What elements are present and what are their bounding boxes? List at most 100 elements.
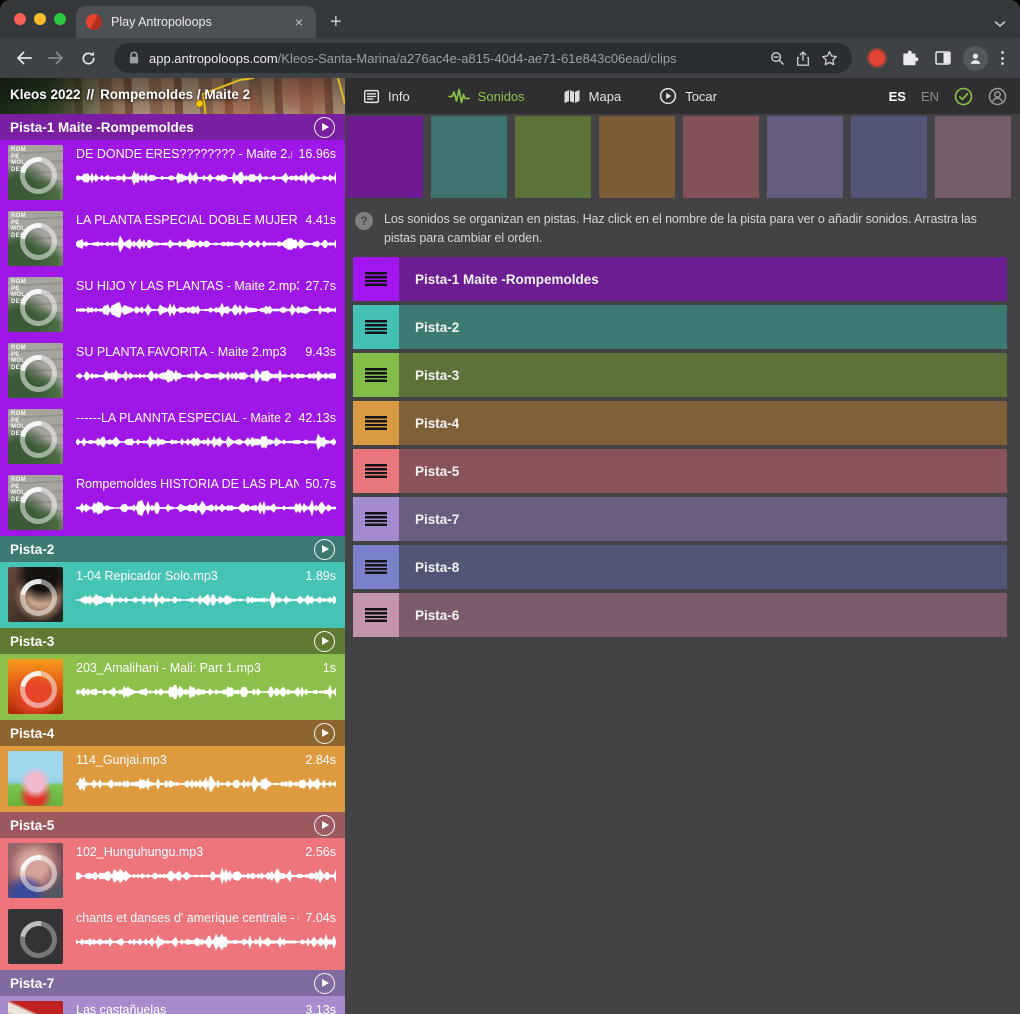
zoom-window-button[interactable] <box>54 13 66 25</box>
drag-handle[interactable] <box>353 593 399 637</box>
track-row-name[interactable]: Pista-8 <box>399 545 1007 589</box>
nav-tab-sonidos[interactable]: Sonidos <box>448 88 525 105</box>
clip-item[interactable]: ROMPEMOLDESSU PLANTA FAVORITA - Maite 2.… <box>0 338 345 404</box>
drag-handle[interactable] <box>353 545 399 589</box>
reload-button[interactable] <box>74 44 102 72</box>
clip-item[interactable]: 114_Gunjai.mp32.84s <box>0 746 345 812</box>
track-play-button[interactable] <box>314 539 335 560</box>
track-header[interactable]: Pista-5 <box>0 812 345 838</box>
clip-item[interactable]: ROMPEMOLDESDE DONDE ERES???????? - Maite… <box>0 140 345 206</box>
track-header-name[interactable]: Pista-1 Maite -Rompemoldes <box>10 120 314 135</box>
track-header-name[interactable]: Pista-5 <box>10 818 314 833</box>
profile-avatar[interactable] <box>963 46 988 71</box>
extensions-puzzle-icon[interactable] <box>897 45 923 71</box>
new-tab-button[interactable]: + <box>330 12 342 32</box>
recording-indicator-icon[interactable] <box>864 45 890 71</box>
track-row[interactable]: Pista-2 <box>353 305 1007 349</box>
track-header[interactable]: Pista-7 <box>0 970 345 996</box>
nav-tab-info[interactable]: Info <box>363 88 410 105</box>
track-row[interactable]: Pista-6 <box>353 593 1007 637</box>
project-breadcrumb[interactable]: Kleos 2022//Rompemoldes / Maite 2 <box>0 78 345 114</box>
drag-handle[interactable] <box>353 353 399 397</box>
zoom-page-icon[interactable] <box>764 45 790 71</box>
drag-handle[interactable] <box>353 449 399 493</box>
account-icon[interactable] <box>988 87 1007 106</box>
help-question-icon[interactable]: ? <box>355 212 373 230</box>
forward-button[interactable] <box>42 44 70 72</box>
track-row-label: Pista-5 <box>415 464 459 479</box>
clip-item[interactable]: ROMPEMOLDESSU HIJO Y LAS PLANTAS - Maite… <box>0 272 345 338</box>
track-row[interactable]: Pista-7 <box>353 497 1007 541</box>
clip-item[interactable]: 102_Hunguhungu.mp32.56s <box>0 838 345 904</box>
side-panel-icon[interactable] <box>930 45 956 71</box>
track-color-swatch <box>851 116 927 198</box>
track-header[interactable]: Pista-3 <box>0 628 345 654</box>
clip-item[interactable]: ROMPEMOLDES Rompemoldes HISTORIA DE LAS P… <box>0 470 345 536</box>
track-play-button[interactable] <box>314 973 335 994</box>
clip-item[interactable]: 203_Amalihani - Mali: Part 1.mp31s <box>0 654 345 720</box>
track-play-button[interactable] <box>314 723 335 744</box>
track-color-swatch <box>767 116 843 198</box>
minimize-window-button[interactable] <box>34 13 46 25</box>
drag-handle[interactable] <box>353 401 399 445</box>
bookmark-star-icon[interactable] <box>816 45 842 71</box>
track-header[interactable]: Pista-2 <box>0 536 345 562</box>
clip-waveform <box>76 300 336 320</box>
clip-name: Rompemoldes HISTORIA DE LAS PLANTAS... <box>76 477 299 491</box>
saved-check-icon[interactable] <box>954 87 973 106</box>
drag-handle[interactable] <box>353 497 399 541</box>
track-row-label: Pista-6 <box>415 608 459 623</box>
track-row[interactable]: Pista-4 <box>353 401 1007 445</box>
track-clips: Las castañuelas3.13s <box>0 996 345 1014</box>
clip-info: Las castañuelas3.13s <box>76 1001 336 1014</box>
main-nav: Info Sonidos Mapa Tocar <box>345 87 717 105</box>
tab-close-icon[interactable]: × <box>292 14 306 30</box>
clip-item[interactable]: ROMPEMOLDES------LA PLANNTA ESPECIAL - M… <box>0 404 345 470</box>
track-row-name[interactable]: Pista-6 <box>399 593 1007 637</box>
clip-item[interactable]: Las castañuelas3.13s <box>0 996 345 1014</box>
clip-item[interactable]: chants et danses d' amerique centrale - … <box>0 904 345 970</box>
track-play-button[interactable] <box>314 117 335 138</box>
track-row[interactable]: Pista-8 <box>353 545 1007 589</box>
track-row-name[interactable]: Pista-7 <box>399 497 1007 541</box>
close-window-button[interactable] <box>14 13 26 25</box>
track-header[interactable]: Pista-1 Maite -Rompemoldes <box>0 114 345 140</box>
clip-waveform <box>76 590 336 610</box>
track-row[interactable]: Pista-1 Maite -Rompemoldes <box>353 257 1007 301</box>
tab-search-chevron-icon[interactable] <box>994 20 1006 28</box>
browser-menu-icon[interactable] <box>995 51 1010 65</box>
language-es-button[interactable]: ES <box>889 89 906 104</box>
loader-ring-icon <box>12 663 63 714</box>
track-row-name[interactable]: Pista-2 <box>399 305 1007 349</box>
track-header-name[interactable]: Pista-7 <box>10 976 314 991</box>
clip-info: SU PLANTA FAVORITA - Maite 2.mp39.43s <box>76 343 336 404</box>
track-row-name[interactable]: Pista-3 <box>399 353 1007 397</box>
clip-thumbnail: ROMPEMOLDES <box>8 475 63 530</box>
lock-icon[interactable] <box>128 51 140 65</box>
track-row[interactable]: Pista-5 <box>353 449 1007 493</box>
back-button[interactable] <box>10 44 38 72</box>
track-row[interactable]: Pista-3 <box>353 353 1007 397</box>
clip-duration: 42.13s <box>298 411 336 425</box>
address-bar[interactable]: app.antropoloops.com/Kleos-Santa-Marina/… <box>114 43 852 73</box>
track-header-name[interactable]: Pista-4 <box>10 726 314 741</box>
track-header-name[interactable]: Pista-3 <box>10 634 314 649</box>
drag-handle[interactable] <box>353 257 399 301</box>
track-play-button[interactable] <box>314 815 335 836</box>
clip-item[interactable]: ROMPEMOLDESLA PLANTA ESPECIAL DOBLE MUJE… <box>0 206 345 272</box>
track-row-name[interactable]: Pista-1 Maite -Rompemoldes <box>399 257 1007 301</box>
loader-ring-icon <box>12 571 63 622</box>
nav-tab-mapa[interactable]: Mapa <box>563 88 622 105</box>
track-header[interactable]: Pista-4 <box>0 720 345 746</box>
browser-tab[interactable]: Play Antropoloops × <box>76 6 316 38</box>
track-play-button[interactable] <box>314 631 335 652</box>
clip-info: LA PLANTA ESPECIAL DOBLE MUJER - Mai...4… <box>76 211 336 272</box>
language-en-button[interactable]: EN <box>921 89 939 104</box>
track-row-name[interactable]: Pista-5 <box>399 449 1007 493</box>
nav-tab-tocar[interactable]: Tocar <box>659 87 717 105</box>
drag-handle[interactable] <box>353 305 399 349</box>
track-header-name[interactable]: Pista-2 <box>10 542 314 557</box>
track-row-name[interactable]: Pista-4 <box>399 401 1007 445</box>
clip-item[interactable]: 1-04 Repicador Solo.mp31.89s <box>0 562 345 628</box>
share-icon[interactable] <box>790 45 816 71</box>
